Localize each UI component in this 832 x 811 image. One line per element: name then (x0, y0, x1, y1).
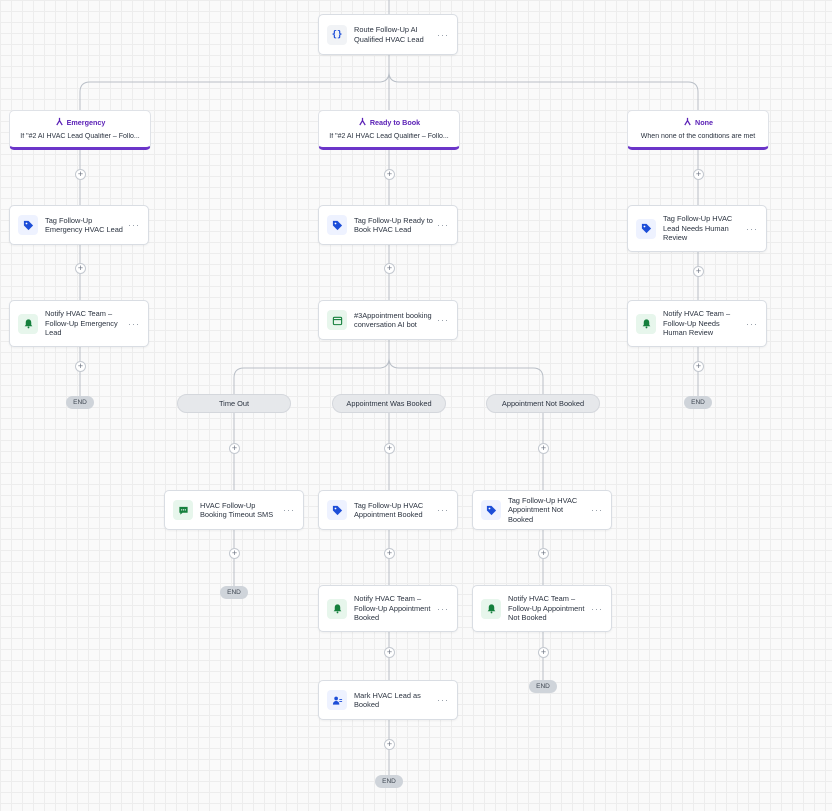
tag-icon (18, 215, 38, 235)
notify-review-node[interactable]: Notify HVAC Team – Follow-Up Needs Human… (627, 300, 767, 347)
node-label: Tag Follow-Up HVAC Lead Needs Human Revi… (663, 214, 733, 243)
notify-booked-node[interactable]: Notify HVAC Team – Follow-Up Appointment… (318, 585, 458, 632)
bell-icon (636, 313, 656, 334)
node-label: Notify HVAC Team – Follow-Up Emergency L… (45, 309, 118, 338)
add-step-button[interactable]: + (538, 647, 549, 658)
node-label: Notify HVAC Team – Follow-Up Appointment… (508, 594, 585, 623)
end-marker: END (220, 586, 248, 599)
add-step-button[interactable]: + (75, 169, 86, 180)
add-step-button[interactable]: + (384, 548, 395, 559)
node-label: Tag Follow-Up Ready to Book HVAC Lead (354, 215, 433, 235)
node-label: Tag Follow-Up Emergency HVAC Lead (45, 215, 123, 235)
more-options-icon[interactable]: ··· (437, 695, 449, 705)
tag-emergency-node[interactable]: Tag Follow-Up Emergency HVAC Lead ··· (9, 205, 149, 245)
outcome-time-out[interactable]: Time Out (177, 394, 291, 413)
bell-icon (481, 598, 501, 619)
outcome-appointment-not-booked[interactable]: Appointment Not Booked (486, 394, 600, 413)
add-step-button[interactable]: + (693, 361, 704, 372)
more-options-icon[interactable]: ··· (437, 220, 449, 230)
branch-none[interactable]: None When none of the conditions are met (627, 110, 769, 150)
branch-ready-to-book[interactable]: Ready to Book If "#2 AI HVAC Lead Qualif… (318, 110, 460, 150)
notify-emergency-node[interactable]: Notify HVAC Team – Follow-Up Emergency L… (9, 300, 149, 347)
more-options-icon[interactable]: ··· (437, 30, 449, 40)
branch-condition: If "#2 AI HVAC Lead Qualifier – Follo... (329, 133, 449, 140)
node-label: Mark HVAC Lead as Booked (354, 690, 421, 710)
branch-condition: If "#2 AI HVAC Lead Qualifier – Follo... (20, 133, 140, 140)
add-step-button[interactable]: + (229, 548, 240, 559)
more-options-icon[interactable]: ··· (283, 505, 295, 515)
sms-icon (173, 500, 193, 520)
end-marker: END (684, 396, 712, 409)
more-options-icon[interactable]: ··· (437, 604, 449, 614)
split-icon (55, 117, 64, 128)
bell-icon (18, 313, 38, 334)
add-step-button[interactable]: + (75, 263, 86, 274)
node-label: Tag Follow-Up HVAC Appointment Booked (354, 500, 424, 520)
node-label: Notify HVAC Team – Follow-Up Needs Human… (663, 309, 731, 338)
more-options-icon[interactable]: ··· (746, 319, 758, 329)
add-step-button[interactable]: + (229, 443, 240, 454)
end-marker: END (375, 775, 403, 788)
more-options-icon[interactable]: ··· (128, 220, 140, 230)
tag-icon (327, 500, 347, 520)
timeout-sms-node[interactable]: HVAC Follow-Up Booking Timeout SMS ··· (164, 490, 304, 530)
more-options-icon[interactable]: ··· (591, 505, 603, 515)
add-step-button[interactable]: + (384, 443, 395, 454)
branch-emergency[interactable]: Emergency If "#2 AI HVAC Lead Qualifier … (9, 110, 151, 150)
node-label: HVAC Follow-Up Booking Timeout SMS (200, 500, 274, 520)
route-node[interactable]: {} Route Follow-Up AI Qualified HVAC Lea… (318, 14, 458, 55)
route-node-label: Route Follow-Up AI Qualified HVAC Lead (354, 25, 424, 44)
split-icon (358, 117, 367, 128)
more-options-icon[interactable]: ··· (128, 319, 140, 329)
code-braces-icon: {} (327, 24, 347, 45)
node-label: Notify HVAC Team – Follow-Up Appointment… (354, 594, 431, 623)
add-step-button[interactable]: + (384, 647, 395, 658)
add-step-button[interactable]: + (538, 548, 549, 559)
mark-booked-node[interactable]: Mark HVAC Lead as Booked ··· (318, 680, 458, 720)
node-label: Tag Follow-Up HVAC Appointment Not Booke… (508, 495, 578, 524)
appointment-bot-node[interactable]: #3Appointment booking conversation AI bo… (318, 300, 458, 340)
split-icon (683, 117, 692, 128)
branch-condition: When none of the conditions are met (640, 133, 756, 140)
branch-title: Emergency (66, 118, 106, 127)
node-label: #3Appointment booking conversation AI bo… (354, 310, 432, 330)
tag-booked-node[interactable]: Tag Follow-Up HVAC Appointment Booked ··… (318, 490, 458, 530)
tag-icon (327, 215, 347, 235)
notify-not-booked-node[interactable]: Notify HVAC Team – Follow-Up Appointment… (472, 585, 612, 632)
more-options-icon[interactable]: ··· (437, 505, 449, 515)
tag-icon (481, 500, 501, 520)
branch-title: Ready to Book (369, 118, 421, 127)
tag-review-node[interactable]: Tag Follow-Up HVAC Lead Needs Human Revi… (627, 205, 767, 252)
add-step-button[interactable]: + (693, 266, 704, 277)
more-options-icon[interactable]: ··· (437, 315, 449, 325)
calendar-icon (327, 310, 347, 330)
add-step-button[interactable]: + (693, 169, 704, 180)
workflow-canvas[interactable]: {} Route Follow-Up AI Qualified HVAC Lea… (0, 0, 832, 811)
end-marker: END (529, 680, 557, 693)
tag-icon (636, 218, 656, 239)
add-step-button[interactable]: + (75, 361, 86, 372)
tag-not-booked-node[interactable]: Tag Follow-Up HVAC Appointment Not Booke… (472, 490, 612, 530)
add-step-button[interactable]: + (538, 443, 549, 454)
bell-icon (327, 598, 347, 619)
add-step-button[interactable]: + (384, 263, 395, 274)
branch-title: None (695, 118, 713, 127)
add-step-button[interactable]: + (384, 169, 395, 180)
tag-ready-node[interactable]: Tag Follow-Up Ready to Book HVAC Lead ··… (318, 205, 458, 245)
add-step-button[interactable]: + (384, 739, 395, 750)
user-check-icon (327, 690, 347, 710)
more-options-icon[interactable]: ··· (746, 224, 758, 234)
end-marker: END (66, 396, 94, 409)
outcome-appointment-booked[interactable]: Appointment Was Booked (332, 394, 446, 413)
more-options-icon[interactable]: ··· (591, 604, 603, 614)
